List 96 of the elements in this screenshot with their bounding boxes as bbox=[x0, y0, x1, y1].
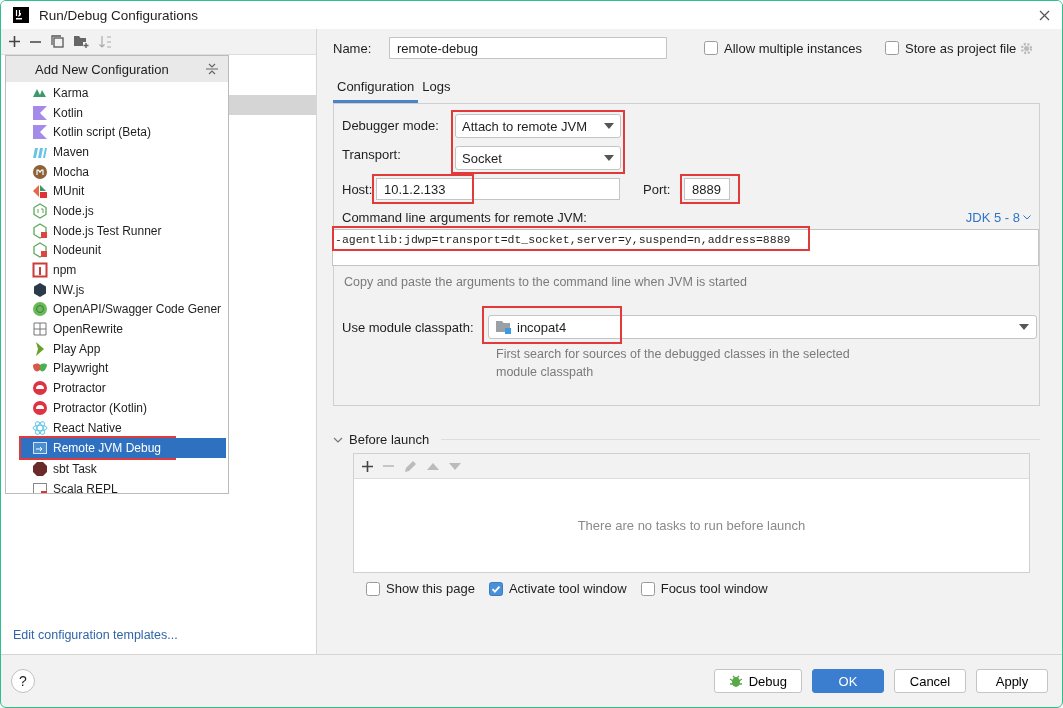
field-label: Name: bbox=[333, 40, 373, 56]
configuration-type-item[interactable]: Maven bbox=[6, 142, 228, 162]
hexagon-icon bbox=[32, 222, 48, 239]
gear-icon[interactable] bbox=[1020, 41, 1034, 55]
port-field[interactable]: 8889 bbox=[684, 178, 730, 200]
add-icon[interactable] bbox=[362, 460, 373, 472]
dropdown-arrow-icon bbox=[1019, 324, 1029, 330]
jdk-version-dropdown[interactable]: JDK 5 - 8 bbox=[965, 210, 1031, 225]
field-label: Host: bbox=[342, 181, 374, 197]
configuration-type-item[interactable]: Kotlin bbox=[6, 102, 228, 123]
checkbox-label: Store as project file bbox=[905, 40, 1017, 56]
move-up-icon[interactable] bbox=[427, 462, 439, 470]
hexagon-icon bbox=[32, 202, 48, 219]
chevron-down-icon bbox=[1023, 215, 1031, 220]
octagon-icon bbox=[32, 460, 48, 477]
dropdown-arrow-icon bbox=[604, 155, 614, 161]
configuration-type-item[interactable]: npm bbox=[6, 260, 228, 280]
checkbox[interactable] bbox=[704, 41, 718, 55]
copy-icon[interactable] bbox=[51, 35, 64, 48]
configuration-type-item[interactable]: Node.js bbox=[6, 201, 228, 221]
move-down-icon[interactable] bbox=[449, 462, 461, 470]
dialog-button[interactable]: Cancel bbox=[894, 669, 966, 693]
grid-icon bbox=[32, 321, 48, 338]
tab[interactable]: Logs bbox=[418, 75, 455, 103]
section-title[interactable]: Before launch bbox=[349, 432, 430, 447]
module-dropdown[interactable]: incopat4 bbox=[488, 315, 1037, 339]
configuration-type-item[interactable]: Protractor (Kotlin) bbox=[6, 398, 228, 418]
tab[interactable]: Configuration bbox=[333, 75, 419, 103]
configuration-type-item[interactable]: Playwright bbox=[6, 358, 228, 379]
circle-icon bbox=[32, 163, 48, 180]
checkbox-label: Activate tool window bbox=[508, 581, 627, 596]
window-title: Run/Debug Configurations bbox=[39, 7, 199, 23]
configuration-type-item[interactable]: Karma bbox=[6, 83, 228, 103]
field-label: Port: bbox=[643, 181, 672, 197]
help-button[interactable]: ? bbox=[11, 669, 35, 693]
configuration-type-item[interactable]: OpenRewrite bbox=[6, 319, 228, 339]
dialog-button[interactable]: Apply bbox=[976, 669, 1048, 693]
configuration-type-item[interactable]: Scala REPL bbox=[6, 478, 228, 493]
hexagon-icon bbox=[32, 242, 48, 259]
configuration-type-item[interactable]: Protractor bbox=[6, 378, 228, 398]
configuration-type-item[interactable]: Kotlin script (Beta) bbox=[6, 122, 228, 143]
field-label: Transport: bbox=[342, 147, 402, 162]
configuration-type-item[interactable]: Mocha bbox=[6, 161, 228, 182]
field-label: Use module classpath: bbox=[342, 319, 475, 335]
checkbox[interactable] bbox=[640, 581, 655, 596]
checkbox-label: Allow multiple instances bbox=[724, 40, 862, 56]
configuration-type-item[interactable]: Remote JVM Debug bbox=[21, 438, 226, 459]
app-logo-icon bbox=[13, 7, 29, 23]
configuration-type-item[interactable]: OpenAPI/Swagger Code Gener bbox=[6, 299, 228, 320]
checkbox[interactable] bbox=[488, 581, 503, 596]
arguments-text: -agentlib:jdwp=transport=dt_socket,server=y,suspend=n,address=8889 bbox=[335, 233, 791, 246]
hexagon-icon bbox=[32, 281, 48, 298]
bug-icon bbox=[728, 674, 743, 688]
atom-icon bbox=[32, 419, 48, 436]
close-icon[interactable] bbox=[1039, 9, 1050, 21]
k-shape-icon bbox=[32, 124, 48, 141]
checkbox-label: Show this page bbox=[386, 581, 475, 596]
circle-icon bbox=[32, 301, 48, 318]
pencil-icon[interactable] bbox=[404, 459, 417, 473]
popup-title: Add New Configuration bbox=[35, 61, 169, 77]
hint-text: First search for sources of the debugged classes in the selected module classpath bbox=[496, 346, 851, 381]
dialog-button[interactable]: Debug bbox=[713, 669, 802, 693]
folder-icon bbox=[496, 320, 512, 334]
edit-templates-link[interactable]: Edit configuration templates... bbox=[1, 628, 316, 654]
primary-button[interactable]: OK bbox=[812, 669, 884, 693]
checkbox[interactable] bbox=[366, 581, 380, 596]
configuration-type-item[interactable]: Node.js Test Runner bbox=[6, 220, 228, 241]
configuration-type-item[interactable]: NW.js bbox=[6, 279, 228, 300]
field-label: Debugger mode: bbox=[342, 118, 440, 133]
window-icon bbox=[32, 440, 48, 457]
name-field[interactable]: remote-debug bbox=[389, 37, 667, 59]
transport-dropdown[interactable]: Socket bbox=[455, 146, 621, 170]
arguments-field[interactable]: -agentlib:jdwp=transport=dt_socket,server=y,suspend=n,address=8889 bbox=[332, 229, 1039, 266]
remove-icon[interactable] bbox=[30, 40, 41, 43]
checkbox[interactable] bbox=[885, 41, 899, 55]
field-label: Command line arguments for remote JVM: bbox=[342, 210, 587, 225]
checkbox-label: Focus tool window bbox=[660, 581, 768, 596]
empty-message: There are no tasks to run before launch bbox=[576, 517, 807, 535]
folder-add-icon[interactable] bbox=[74, 35, 89, 48]
configuration-type-item[interactable]: React Native bbox=[6, 417, 228, 438]
add-icon[interactable] bbox=[9, 36, 20, 47]
configuration-type-item[interactable]: sbt Task bbox=[6, 459, 228, 479]
circle-icon bbox=[32, 399, 48, 416]
host-field[interactable]: 10.1.2.133 bbox=[376, 178, 620, 200]
k-shape-icon bbox=[32, 104, 48, 121]
collapse-icon[interactable] bbox=[206, 63, 218, 75]
square-icon bbox=[32, 262, 48, 279]
configuration-type-item[interactable]: Play App bbox=[6, 338, 228, 359]
configuration-type-item[interactable]: Nodeunit bbox=[6, 240, 228, 261]
sort-icon[interactable] bbox=[99, 34, 113, 49]
dropdown-arrow-icon bbox=[604, 123, 614, 129]
circle-icon bbox=[32, 380, 48, 397]
configuration-type-item[interactable]: MUnit bbox=[6, 181, 228, 202]
split-shape-icon bbox=[32, 183, 48, 200]
hint-text: Copy and paste the arguments to the command line when JVM is started bbox=[344, 275, 748, 289]
debugger-mode-dropdown[interactable]: Attach to remote JVM bbox=[455, 114, 621, 138]
